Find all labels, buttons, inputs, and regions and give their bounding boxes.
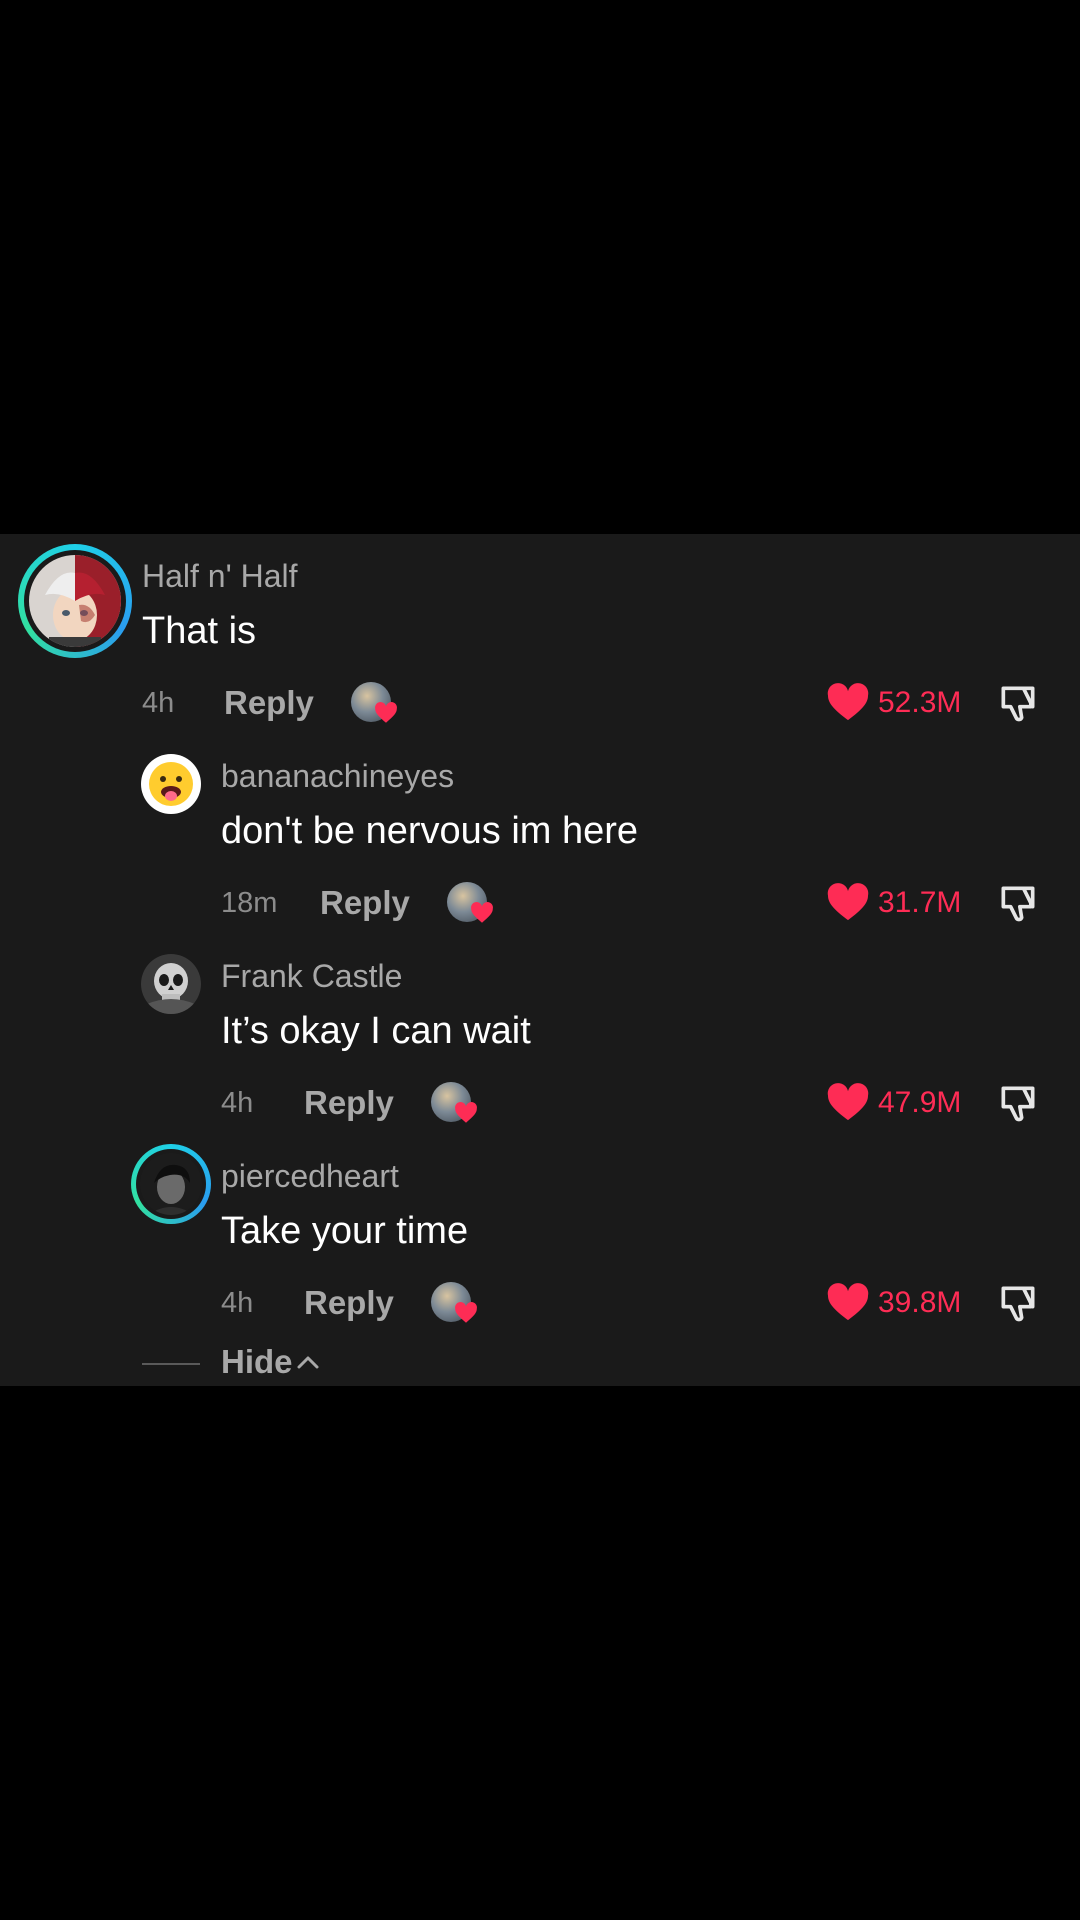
heart-icon[interactable] [826, 682, 870, 722]
creator-liked-icon [431, 1082, 477, 1126]
thumbs-down-icon[interactable] [996, 1081, 1040, 1125]
anime-avatar-icon [29, 555, 121, 647]
reply-button[interactable]: Reply [224, 684, 314, 722]
comment-username[interactable]: Half n' Half [142, 558, 298, 595]
creator-liked-icon [447, 882, 493, 926]
like-count: 52.3M [878, 686, 962, 719]
tongue-face-icon[interactable] [141, 754, 201, 814]
hide-divider [142, 1363, 200, 1365]
comment-text: It’s okay I can wait [221, 1010, 531, 1052]
reply-button[interactable]: Reply [304, 1084, 394, 1122]
reply-button[interactable]: Reply [320, 884, 410, 922]
skull-avatar-icon[interactable] [141, 954, 201, 1014]
thumbs-down-icon[interactable] [996, 1281, 1040, 1325]
creator-liked-icon [351, 682, 397, 726]
like-count: 39.8M [878, 1286, 962, 1319]
comment-text: Take your time [221, 1210, 469, 1252]
reply-button[interactable]: Reply [304, 1284, 394, 1322]
thumbs-down-icon[interactable] [996, 881, 1040, 925]
avatar-story-ring[interactable] [131, 1144, 211, 1224]
comment-text: don't be nervous im here [221, 810, 639, 852]
comment-time: 4h [221, 1287, 254, 1319]
heart-icon[interactable] [826, 1082, 870, 1122]
hide-replies-button[interactable]: Hide [221, 1343, 293, 1381]
creator-liked-icon [431, 1282, 477, 1326]
avatar-story-ring[interactable] [18, 544, 132, 658]
dark-portrait-avatar-icon [140, 1153, 202, 1215]
comment-time: 18m [221, 887, 278, 919]
heart-icon[interactable] [826, 882, 870, 922]
comment-time: 4h [221, 1087, 254, 1119]
thumbs-down-icon[interactable] [996, 681, 1040, 725]
comment-username[interactable]: piercedheart [221, 1158, 399, 1195]
like-count: 47.9M [878, 1086, 962, 1119]
comment-text: That is [142, 610, 257, 652]
like-count: 31.7M [878, 886, 962, 919]
heart-icon[interactable] [826, 1282, 870, 1322]
chevron-up-icon[interactable] [296, 1354, 320, 1370]
comment-username[interactable]: bananachineyes [221, 758, 454, 795]
comment-time: 4h [142, 687, 175, 719]
comment-username[interactable]: Frank Castle [221, 958, 402, 995]
